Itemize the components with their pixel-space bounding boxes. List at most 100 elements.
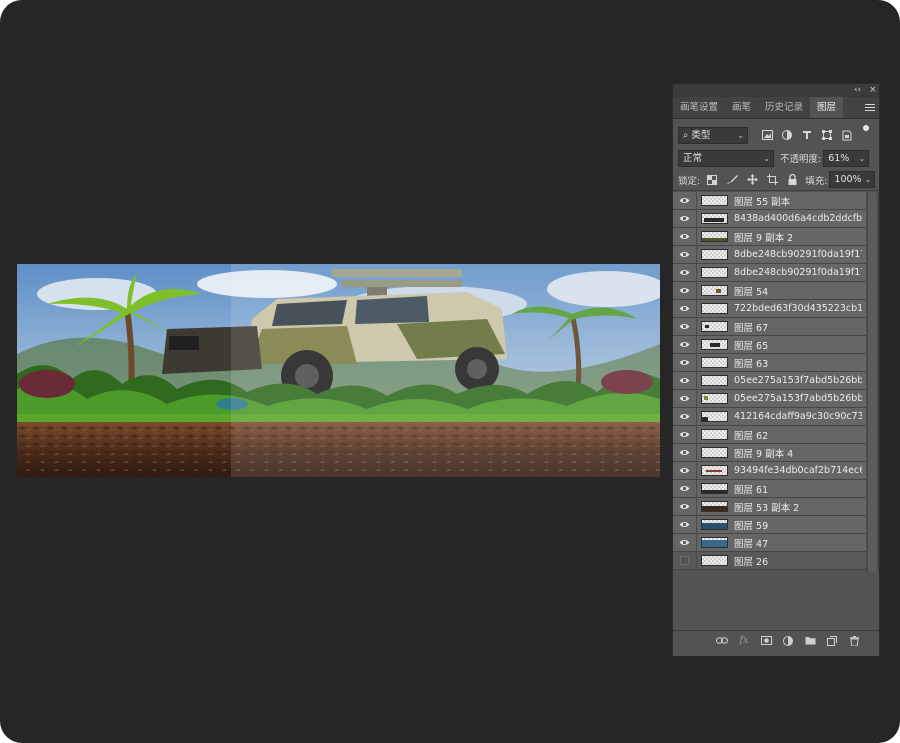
layer-row[interactable]: 图层 55 副本: [673, 192, 866, 210]
eye-icon[interactable]: [673, 335, 697, 354]
layer-list-scrollbar[interactable]: [866, 192, 879, 572]
eye-icon[interactable]: [673, 227, 697, 246]
eye-icon[interactable]: [673, 479, 697, 498]
filter-pixel-icon[interactable]: [760, 128, 774, 142]
layer-thumbnail: [701, 447, 728, 458]
blend-mode-value: 正常: [683, 152, 703, 164]
layer-row[interactable]: 图层 47: [673, 533, 866, 552]
layer-row[interactable]: 8438ad400d6a4cdb2ddcfb...: [673, 209, 866, 228]
layer-row[interactable]: 图层 54: [673, 281, 866, 300]
eye-icon[interactable]: [673, 461, 697, 480]
layer-thumbnail: [701, 249, 728, 260]
eye-icon[interactable]: [673, 425, 697, 444]
eye-icon[interactable]: [673, 497, 697, 516]
eye-icon[interactable]: [673, 515, 697, 534]
layer-row[interactable]: 图层 62: [673, 425, 866, 444]
link-layers-icon[interactable]: [711, 633, 733, 649]
layer-row[interactable]: 图层 65: [673, 335, 866, 354]
layer-style-fx-icon[interactable]: fx: [733, 633, 755, 649]
panel-menu-icon[interactable]: [865, 102, 875, 112]
layer-row[interactable]: 93494fe34db0caf2b714ec6...: [673, 461, 866, 480]
eye-icon[interactable]: [673, 389, 697, 408]
layer-kind-label: 类型: [691, 129, 711, 141]
add-mask-icon[interactable]: [755, 633, 777, 649]
blend-row: 正常 ⌄ 不透明度: 61% ⌄: [673, 147, 879, 169]
layer-row[interactable]: 图层 26: [673, 551, 866, 570]
layer-row[interactable]: 8dbe248cb90291f0da19f17...: [673, 263, 866, 282]
canvas-artwork: [17, 264, 660, 477]
eye-icon[interactable]: [673, 299, 697, 318]
layer-row[interactable]: 图层 53 副本 2: [673, 497, 866, 516]
filter-shape-icon[interactable]: [820, 128, 834, 142]
layer-kind-filter[interactable]: ⌕ 类型 ⌄: [678, 126, 748, 144]
eye-icon[interactable]: [673, 281, 697, 300]
tab-brush-settings[interactable]: 画笔设置: [673, 97, 725, 118]
new-adjustment-layer-icon[interactable]: [777, 633, 799, 649]
layer-row[interactable]: 05ee275a153f7abd5b26bb...: [673, 371, 866, 390]
filter-smart-object-icon[interactable]: [840, 128, 854, 142]
filter-adjustment-icon[interactable]: [780, 128, 794, 142]
panel-title-bar: ‹‹ ×: [673, 84, 879, 97]
chevron-down-icon: ⌄: [737, 130, 744, 140]
eye-icon[interactable]: [673, 371, 697, 390]
layer-thumbnail: [701, 357, 728, 368]
collapse-panel-icon[interactable]: ‹‹: [854, 84, 861, 97]
lock-transparent-pixels-icon[interactable]: [705, 173, 719, 187]
opacity-label: 不透明度:: [780, 154, 822, 165]
eye-icon[interactable]: [673, 209, 697, 228]
layer-thumbnail: [701, 537, 728, 548]
new-group-folder-icon[interactable]: [799, 633, 821, 649]
scrollbar-thumb[interactable]: [868, 192, 877, 572]
layer-name: 722bded63f30d435223cb1...: [734, 303, 862, 314]
layer-thumbnail: [701, 267, 728, 278]
layer-row[interactable]: 8dbe248cb90291f0da19f17...: [673, 245, 866, 264]
fill-input[interactable]: 100% ⌄: [829, 171, 876, 188]
eye-icon[interactable]: [673, 192, 697, 210]
layer-thumbnail: [701, 429, 728, 440]
layer-name: 图层 63: [734, 358, 769, 370]
layer-name: 图层 53 副本 2: [734, 502, 800, 514]
layer-name: 05ee275a153f7abd5b26bb...: [734, 375, 862, 386]
layer-thumbnail: [701, 375, 728, 386]
layer-thumbnail: [701, 555, 728, 566]
layer-row[interactable]: 图层 67: [673, 317, 866, 336]
eye-icon[interactable]: [673, 407, 697, 426]
eye-icon[interactable]: [673, 443, 697, 462]
visibility-toggle-empty[interactable]: [673, 551, 697, 570]
lock-image-pixels-icon[interactable]: [725, 173, 739, 187]
delete-layer-trash-icon[interactable]: [843, 633, 865, 649]
layer-row[interactable]: 图层 63: [673, 353, 866, 372]
lock-position-icon[interactable]: [745, 173, 759, 187]
eye-icon[interactable]: [673, 353, 697, 372]
layer-row[interactable]: 图层 61: [673, 479, 866, 498]
opacity-input[interactable]: 61% ⌄: [823, 149, 870, 167]
eye-icon[interactable]: [673, 317, 697, 336]
lock-all-icon[interactable]: [785, 173, 799, 187]
eye-icon[interactable]: [673, 245, 697, 264]
tab-brushes[interactable]: 画笔: [725, 97, 758, 118]
eye-icon[interactable]: [673, 263, 697, 282]
layer-thumbnail: [701, 195, 728, 206]
filter-type-icon[interactable]: [800, 128, 814, 142]
layer-name: 412164cdaff9a9c30c90c73...: [734, 411, 862, 422]
layer-row[interactable]: 412164cdaff9a9c30c90c73...: [673, 407, 866, 426]
layer-row[interactable]: 图层 9 副本 4: [673, 443, 866, 462]
eye-icon[interactable]: [673, 533, 697, 552]
layer-name: 05ee275a153f7abd5b26bb...: [734, 393, 862, 404]
layer-row[interactable]: 图层 59: [673, 515, 866, 534]
document-canvas[interactable]: [17, 264, 660, 477]
layer-row[interactable]: 图层 9 副本 2: [673, 227, 866, 246]
filter-toggle-icon[interactable]: [863, 125, 869, 131]
layer-row[interactable]: 722bded63f30d435223cb1...: [673, 299, 866, 318]
tab-layers[interactable]: 图层: [810, 97, 844, 118]
close-panel-icon[interactable]: ×: [869, 84, 877, 97]
layer-row[interactable]: 05ee275a153f7abd5b26bb...: [673, 389, 866, 408]
layer-thumbnail: [701, 285, 728, 296]
layer-thumbnail: [701, 231, 728, 242]
new-layer-icon[interactable]: [821, 633, 843, 649]
layer-name: 8dbe248cb90291f0da19f17...: [734, 267, 862, 278]
layer-list[interactable]: 图层 55 副本 8438ad400d6a4cdb2ddcfb... 图层 9 …: [673, 192, 866, 572]
lock-artboard-icon[interactable]: [765, 173, 779, 187]
blend-mode-select[interactable]: 正常 ⌄: [678, 149, 774, 167]
tab-history[interactable]: 历史记录: [758, 97, 810, 118]
